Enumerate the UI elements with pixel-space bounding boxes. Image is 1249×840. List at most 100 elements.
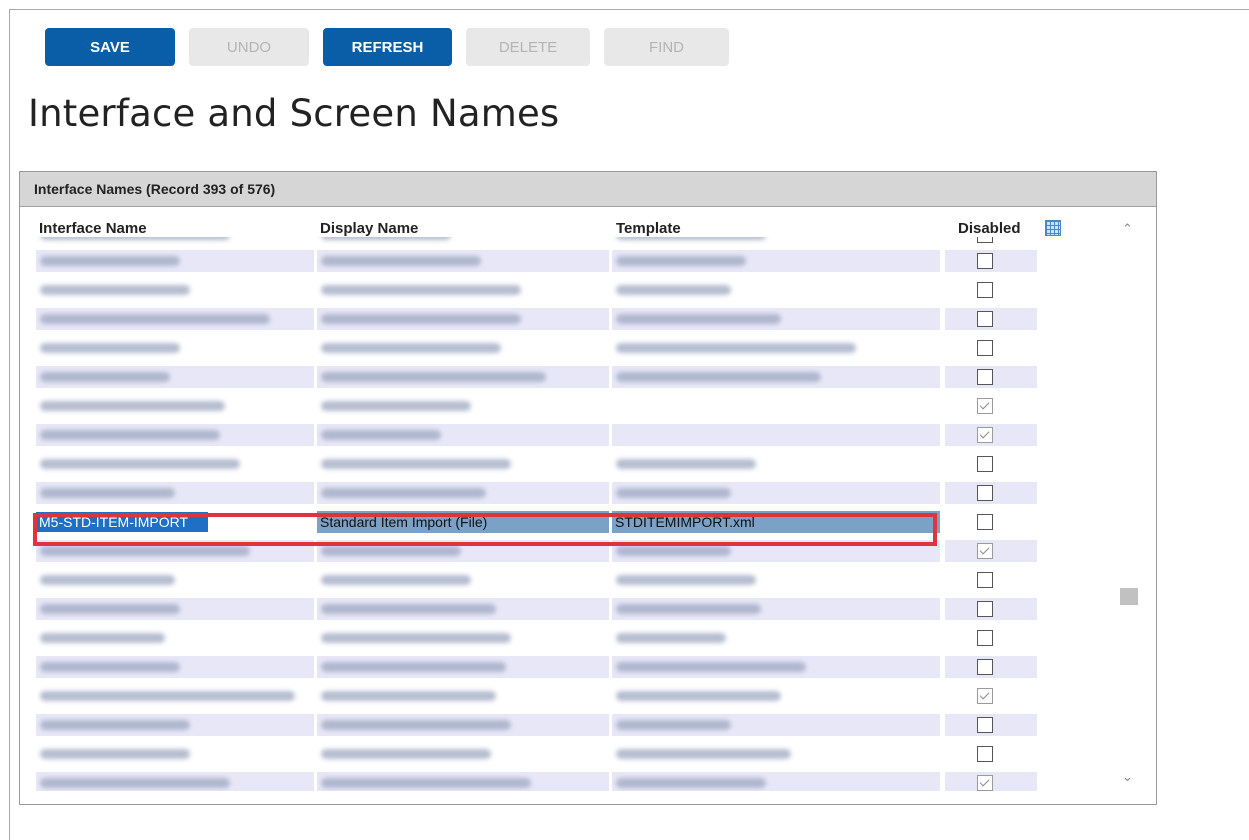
disabled-checkbox[interactable] <box>977 282 993 298</box>
template-cell[interactable] <box>612 772 940 791</box>
disabled-checkbox[interactable] <box>977 237 993 243</box>
disabled-cell[interactable] <box>945 453 1037 475</box>
disabled-checkbox[interactable] <box>977 427 993 443</box>
disabled-checkbox[interactable] <box>977 659 993 675</box>
template-cell[interactable] <box>612 569 940 591</box>
template-cell[interactable] <box>612 685 940 707</box>
template-cell[interactable] <box>612 337 940 359</box>
template-cell[interactable] <box>612 366 940 388</box>
disabled-checkbox[interactable] <box>977 398 993 414</box>
template-cell[interactable] <box>612 598 940 620</box>
display-name-cell[interactable] <box>317 714 609 736</box>
display-name-cell[interactable] <box>317 395 609 417</box>
disabled-cell[interactable] <box>945 337 1037 359</box>
column-header-interface-name[interactable]: Interface Name <box>39 220 147 237</box>
template-cell[interactable] <box>612 714 940 736</box>
undo-button[interactable]: UNDO <box>189 28 309 66</box>
table-row[interactable] <box>36 595 1041 624</box>
table-row[interactable] <box>36 566 1041 595</box>
interface-name-cell[interactable] <box>36 366 314 388</box>
interface-name-cell[interactable] <box>36 250 314 272</box>
interface-name-cell[interactable] <box>36 308 314 330</box>
disabled-cell[interactable] <box>945 714 1037 736</box>
disabled-checkbox[interactable] <box>977 543 993 559</box>
disabled-checkbox[interactable] <box>977 630 993 646</box>
display-name-cell[interactable] <box>317 424 609 446</box>
interface-name-cell[interactable] <box>36 482 314 504</box>
template-cell[interactable] <box>612 453 940 475</box>
disabled-cell[interactable] <box>945 279 1037 301</box>
disabled-cell[interactable] <box>945 308 1037 330</box>
template-cell[interactable] <box>612 279 940 301</box>
disabled-cell[interactable] <box>945 772 1037 791</box>
refresh-button[interactable]: REFRESH <box>323 28 452 66</box>
table-row[interactable] <box>36 740 1041 769</box>
scrollbar-thumb[interactable] <box>1120 588 1138 605</box>
disabled-checkbox[interactable] <box>977 253 993 269</box>
table-row[interactable] <box>36 276 1041 305</box>
scroll-down-icon[interactable]: ⌄ <box>1122 769 1133 785</box>
disabled-checkbox[interactable] <box>977 340 993 356</box>
interface-name-cell[interactable] <box>36 627 314 649</box>
table-row[interactable] <box>36 334 1041 363</box>
disabled-cell[interactable] <box>945 424 1037 446</box>
table-row[interactable] <box>36 682 1041 711</box>
disabled-checkbox[interactable] <box>977 601 993 617</box>
delete-button[interactable]: DELETE <box>466 28 590 66</box>
find-button[interactable]: FIND <box>604 28 729 66</box>
display-name-cell[interactable] <box>317 279 609 301</box>
table-row[interactable] <box>36 479 1041 508</box>
disabled-cell[interactable] <box>945 366 1037 388</box>
disabled-cell[interactable] <box>945 250 1037 272</box>
interface-name-cell[interactable] <box>36 453 314 475</box>
display-name-cell[interactable] <box>317 569 609 591</box>
column-header-disabled[interactable]: Disabled <box>958 220 1021 237</box>
template-cell[interactable] <box>612 237 940 246</box>
table-row[interactable] <box>36 363 1041 392</box>
disabled-checkbox[interactable] <box>977 514 993 530</box>
template-cell[interactable] <box>612 656 940 678</box>
save-button[interactable]: SAVE <box>45 28 175 66</box>
display-name-cell[interactable] <box>317 366 609 388</box>
disabled-cell[interactable] <box>945 540 1037 562</box>
table-row[interactable] <box>36 711 1041 740</box>
table-row[interactable] <box>36 305 1041 334</box>
column-header-template[interactable]: Template <box>616 220 681 237</box>
table-row[interactable] <box>36 624 1041 653</box>
vertical-scrollbar[interactable]: ⌃ ⌄ <box>1117 215 1139 791</box>
template-cell[interactable] <box>612 250 940 272</box>
display-name-cell[interactable] <box>317 237 609 246</box>
table-row[interactable] <box>36 450 1041 479</box>
disabled-cell[interactable] <box>945 627 1037 649</box>
disabled-checkbox[interactable] <box>977 572 993 588</box>
interface-name-cell[interactable] <box>36 598 314 620</box>
disabled-cell[interactable] <box>945 743 1037 765</box>
display-name-cell[interactable] <box>317 743 609 765</box>
grid-icon[interactable] <box>1045 220 1061 236</box>
interface-name-cell[interactable] <box>36 569 314 591</box>
disabled-checkbox[interactable] <box>977 775 993 791</box>
disabled-checkbox[interactable] <box>977 717 993 733</box>
interface-name-cell[interactable] <box>36 424 314 446</box>
template-cell[interactable] <box>612 424 940 446</box>
display-name-cell[interactable] <box>317 772 609 791</box>
template-cell[interactable] <box>612 308 940 330</box>
disabled-cell[interactable] <box>945 482 1037 504</box>
interface-name-cell[interactable] <box>36 395 314 417</box>
display-name-cell[interactable] <box>317 453 609 475</box>
template-cell[interactable] <box>612 627 940 649</box>
interface-name-cell[interactable] <box>36 279 314 301</box>
display-name-cell[interactable] <box>317 308 609 330</box>
display-name-cell[interactable] <box>317 482 609 504</box>
disabled-cell[interactable] <box>945 598 1037 620</box>
interface-name-cell[interactable] <box>36 237 314 246</box>
disabled-cell[interactable] <box>945 511 1037 533</box>
interface-name-cell[interactable] <box>36 743 314 765</box>
disabled-cell[interactable] <box>945 685 1037 707</box>
disabled-checkbox[interactable] <box>977 688 993 704</box>
display-name-cell[interactable] <box>317 656 609 678</box>
disabled-checkbox[interactable] <box>977 369 993 385</box>
interface-name-cell[interactable] <box>36 337 314 359</box>
disabled-cell[interactable] <box>945 656 1037 678</box>
table-row[interactable] <box>36 421 1041 450</box>
